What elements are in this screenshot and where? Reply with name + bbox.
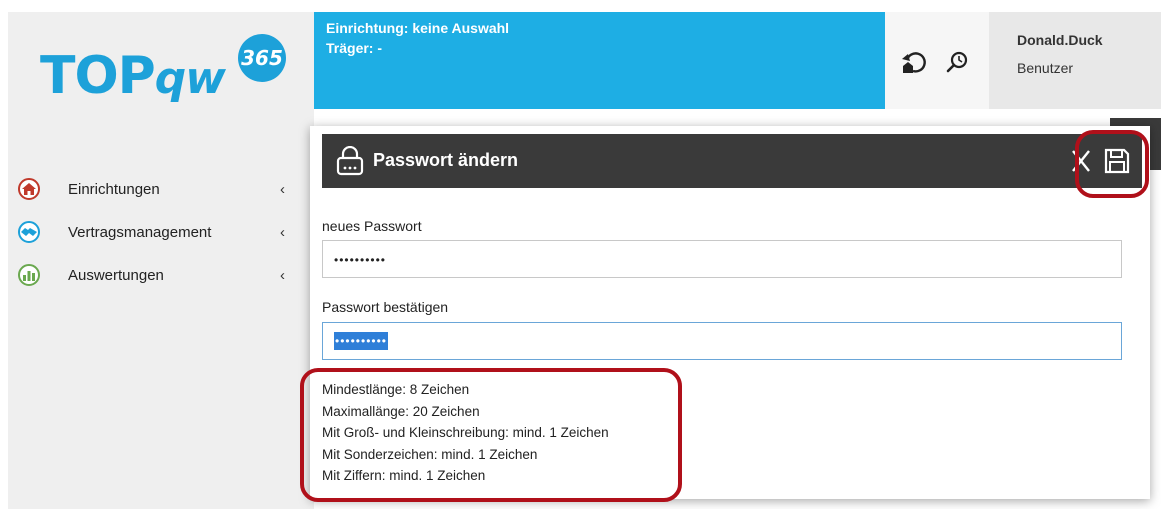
einrichtung-info: Einrichtung: keine Auswahl — [326, 20, 510, 36]
handshake-icon — [18, 221, 40, 243]
dialog-header: Passwort ändern — [322, 134, 1142, 188]
lock-icon — [336, 145, 364, 176]
logo-badge: 365 — [238, 34, 286, 82]
new-password-field[interactable]: •••••••••• — [322, 240, 1122, 278]
confirm-password-field[interactable]: •••••••••• — [322, 322, 1122, 360]
save-highlight-frame — [1075, 130, 1149, 198]
sidebar-item-auswertungen[interactable]: Auswertungen ‹ — [18, 253, 298, 297]
new-password-value: •••••••••• — [334, 253, 387, 267]
user-menu[interactable]: Donald.Duck Benutzer — [989, 12, 1161, 109]
new-password-label: neues Passwort — [322, 218, 422, 234]
traeger-info: Träger: - — [326, 40, 383, 56]
bar-chart-icon — [18, 264, 40, 286]
chevron-left-icon: ‹ — [280, 181, 285, 198]
chevron-left-icon: ‹ — [280, 224, 285, 241]
rules-highlight-frame — [300, 368, 682, 502]
sidebar: TOPqw 365 Einrichtungen ‹ Vertragsmanage… — [8, 12, 314, 509]
sidebar-item-vertragsmanagement[interactable]: Vertragsmanagement ‹ — [18, 210, 298, 254]
sidebar-item-label: Einrichtungen — [68, 180, 160, 198]
logo-text-sub: qw — [154, 53, 226, 104]
home-reset-icon[interactable] — [899, 48, 927, 76]
confirm-password-value: •••••••••• — [334, 332, 389, 350]
context-info-panel[interactable]: Einrichtung: keine Auswahl Träger: - — [314, 12, 885, 109]
sidebar-item-einrichtungen[interactable]: Einrichtungen ‹ — [18, 167, 298, 211]
confirm-password-label: Passwort bestätigen — [322, 299, 449, 315]
chevron-left-icon: ‹ — [280, 267, 285, 284]
search-icon[interactable] — [945, 50, 969, 74]
dialog-title: Passwort ändern — [373, 150, 519, 170]
app-logo[interactable]: TOPqw 365 — [32, 34, 302, 124]
topbar-actions — [885, 12, 989, 109]
user-role: Benutzer — [1017, 60, 1074, 76]
sidebar-item-label: Auswertungen — [68, 266, 164, 284]
home-icon — [18, 178, 40, 200]
logo-text-main: TOP — [40, 46, 156, 106]
sidebar-nav: Einrichtungen ‹ Vertragsmanagement ‹ Aus… — [18, 167, 298, 297]
user-name: Donald.Duck — [1017, 32, 1103, 48]
sidebar-item-label: Vertragsmanagement — [68, 223, 212, 241]
